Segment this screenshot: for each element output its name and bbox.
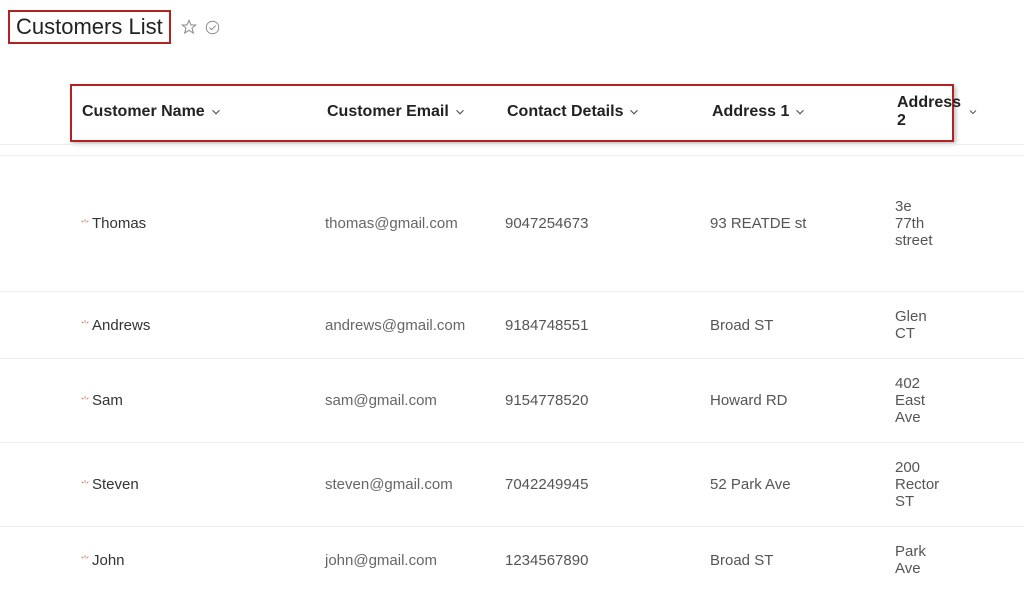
loading-icon	[80, 555, 90, 565]
divider	[0, 144, 1024, 145]
loading-icon	[80, 219, 90, 229]
column-header-addr2-label: Address 2	[897, 94, 963, 130]
row-addr1: Broad ST	[710, 552, 895, 569]
row-addr2: 200 Rector ST	[895, 459, 944, 510]
row-addr1: Broad ST	[710, 317, 895, 334]
row-email: thomas@gmail.com	[325, 215, 505, 232]
cell-name: John	[80, 552, 325, 569]
chevron-down-icon	[453, 105, 467, 119]
cell-name: Sam	[80, 392, 325, 409]
table-row[interactable]: John john@gmail.com 1234567890 Broad ST …	[0, 526, 1024, 593]
table-row[interactable]: Thomas thomas@gmail.com 9047254673 93 RE…	[0, 155, 1024, 291]
row-addr2: 3e 77th street	[895, 198, 944, 249]
page-title: Customers List	[16, 14, 163, 39]
header-icons	[181, 19, 220, 35]
row-addr2: 402 East Ave	[895, 375, 944, 426]
row-name: Sam	[92, 392, 123, 409]
cell-name: Steven	[80, 476, 325, 493]
column-header-email[interactable]: Customer Email	[327, 94, 507, 130]
row-email: andrews@gmail.com	[325, 317, 505, 334]
row-addr1: 52 Park Ave	[710, 476, 895, 493]
row-email: john@gmail.com	[325, 552, 505, 569]
loading-icon	[80, 480, 90, 490]
star-icon[interactable]	[181, 19, 197, 35]
row-name: Andrews	[92, 317, 150, 334]
cell-name: Andrews	[80, 317, 325, 334]
column-header-name[interactable]: Customer Name	[82, 94, 327, 130]
title-highlight: Customers List	[8, 10, 171, 44]
loading-icon	[80, 320, 90, 330]
column-header-name-label: Customer Name	[82, 103, 205, 121]
row-name: Steven	[92, 476, 139, 493]
row-contact: 7042249945	[505, 476, 710, 493]
row-addr2: Park Ave	[895, 543, 944, 577]
cell-name: Thomas	[80, 215, 325, 232]
column-header-email-label: Customer Email	[327, 103, 449, 121]
row-addr2: Glen CT	[895, 308, 944, 342]
column-header-contact[interactable]: Contact Details	[507, 94, 712, 130]
chevron-down-icon	[967, 105, 979, 119]
row-addr1: 93 REATDE st	[710, 215, 895, 232]
chevron-down-icon	[793, 105, 807, 119]
loading-icon	[80, 396, 90, 406]
row-name: John	[92, 552, 125, 569]
column-header-addr2[interactable]: Address 2	[897, 94, 979, 130]
column-headers-highlight: Customer Name Customer Email Contact Det…	[70, 84, 954, 142]
table-row[interactable]: Steven steven@gmail.com 7042249945 52 Pa…	[0, 442, 1024, 526]
row-name: Thomas	[92, 215, 146, 232]
row-contact: 9184748551	[505, 317, 710, 334]
table-row[interactable]: Sam sam@gmail.com 9154778520 Howard RD 4…	[0, 358, 1024, 442]
column-header-addr1-label: Address 1	[712, 103, 789, 121]
check-circle-icon[interactable]	[205, 20, 220, 35]
row-email: steven@gmail.com	[325, 476, 505, 493]
table-body: Thomas thomas@gmail.com 9047254673 93 RE…	[0, 155, 1024, 593]
table-row[interactable]: Andrews andrews@gmail.com 9184748551 Bro…	[0, 291, 1024, 358]
column-header-contact-label: Contact Details	[507, 103, 623, 121]
chevron-down-icon	[627, 105, 641, 119]
row-contact: 9047254673	[505, 215, 710, 232]
column-header-addr1[interactable]: Address 1	[712, 94, 897, 130]
row-contact: 9154778520	[505, 392, 710, 409]
page-header: Customers List	[0, 0, 1024, 54]
row-contact: 1234567890	[505, 552, 710, 569]
row-addr1: Howard RD	[710, 392, 895, 409]
chevron-down-icon	[209, 105, 223, 119]
row-email: sam@gmail.com	[325, 392, 505, 409]
